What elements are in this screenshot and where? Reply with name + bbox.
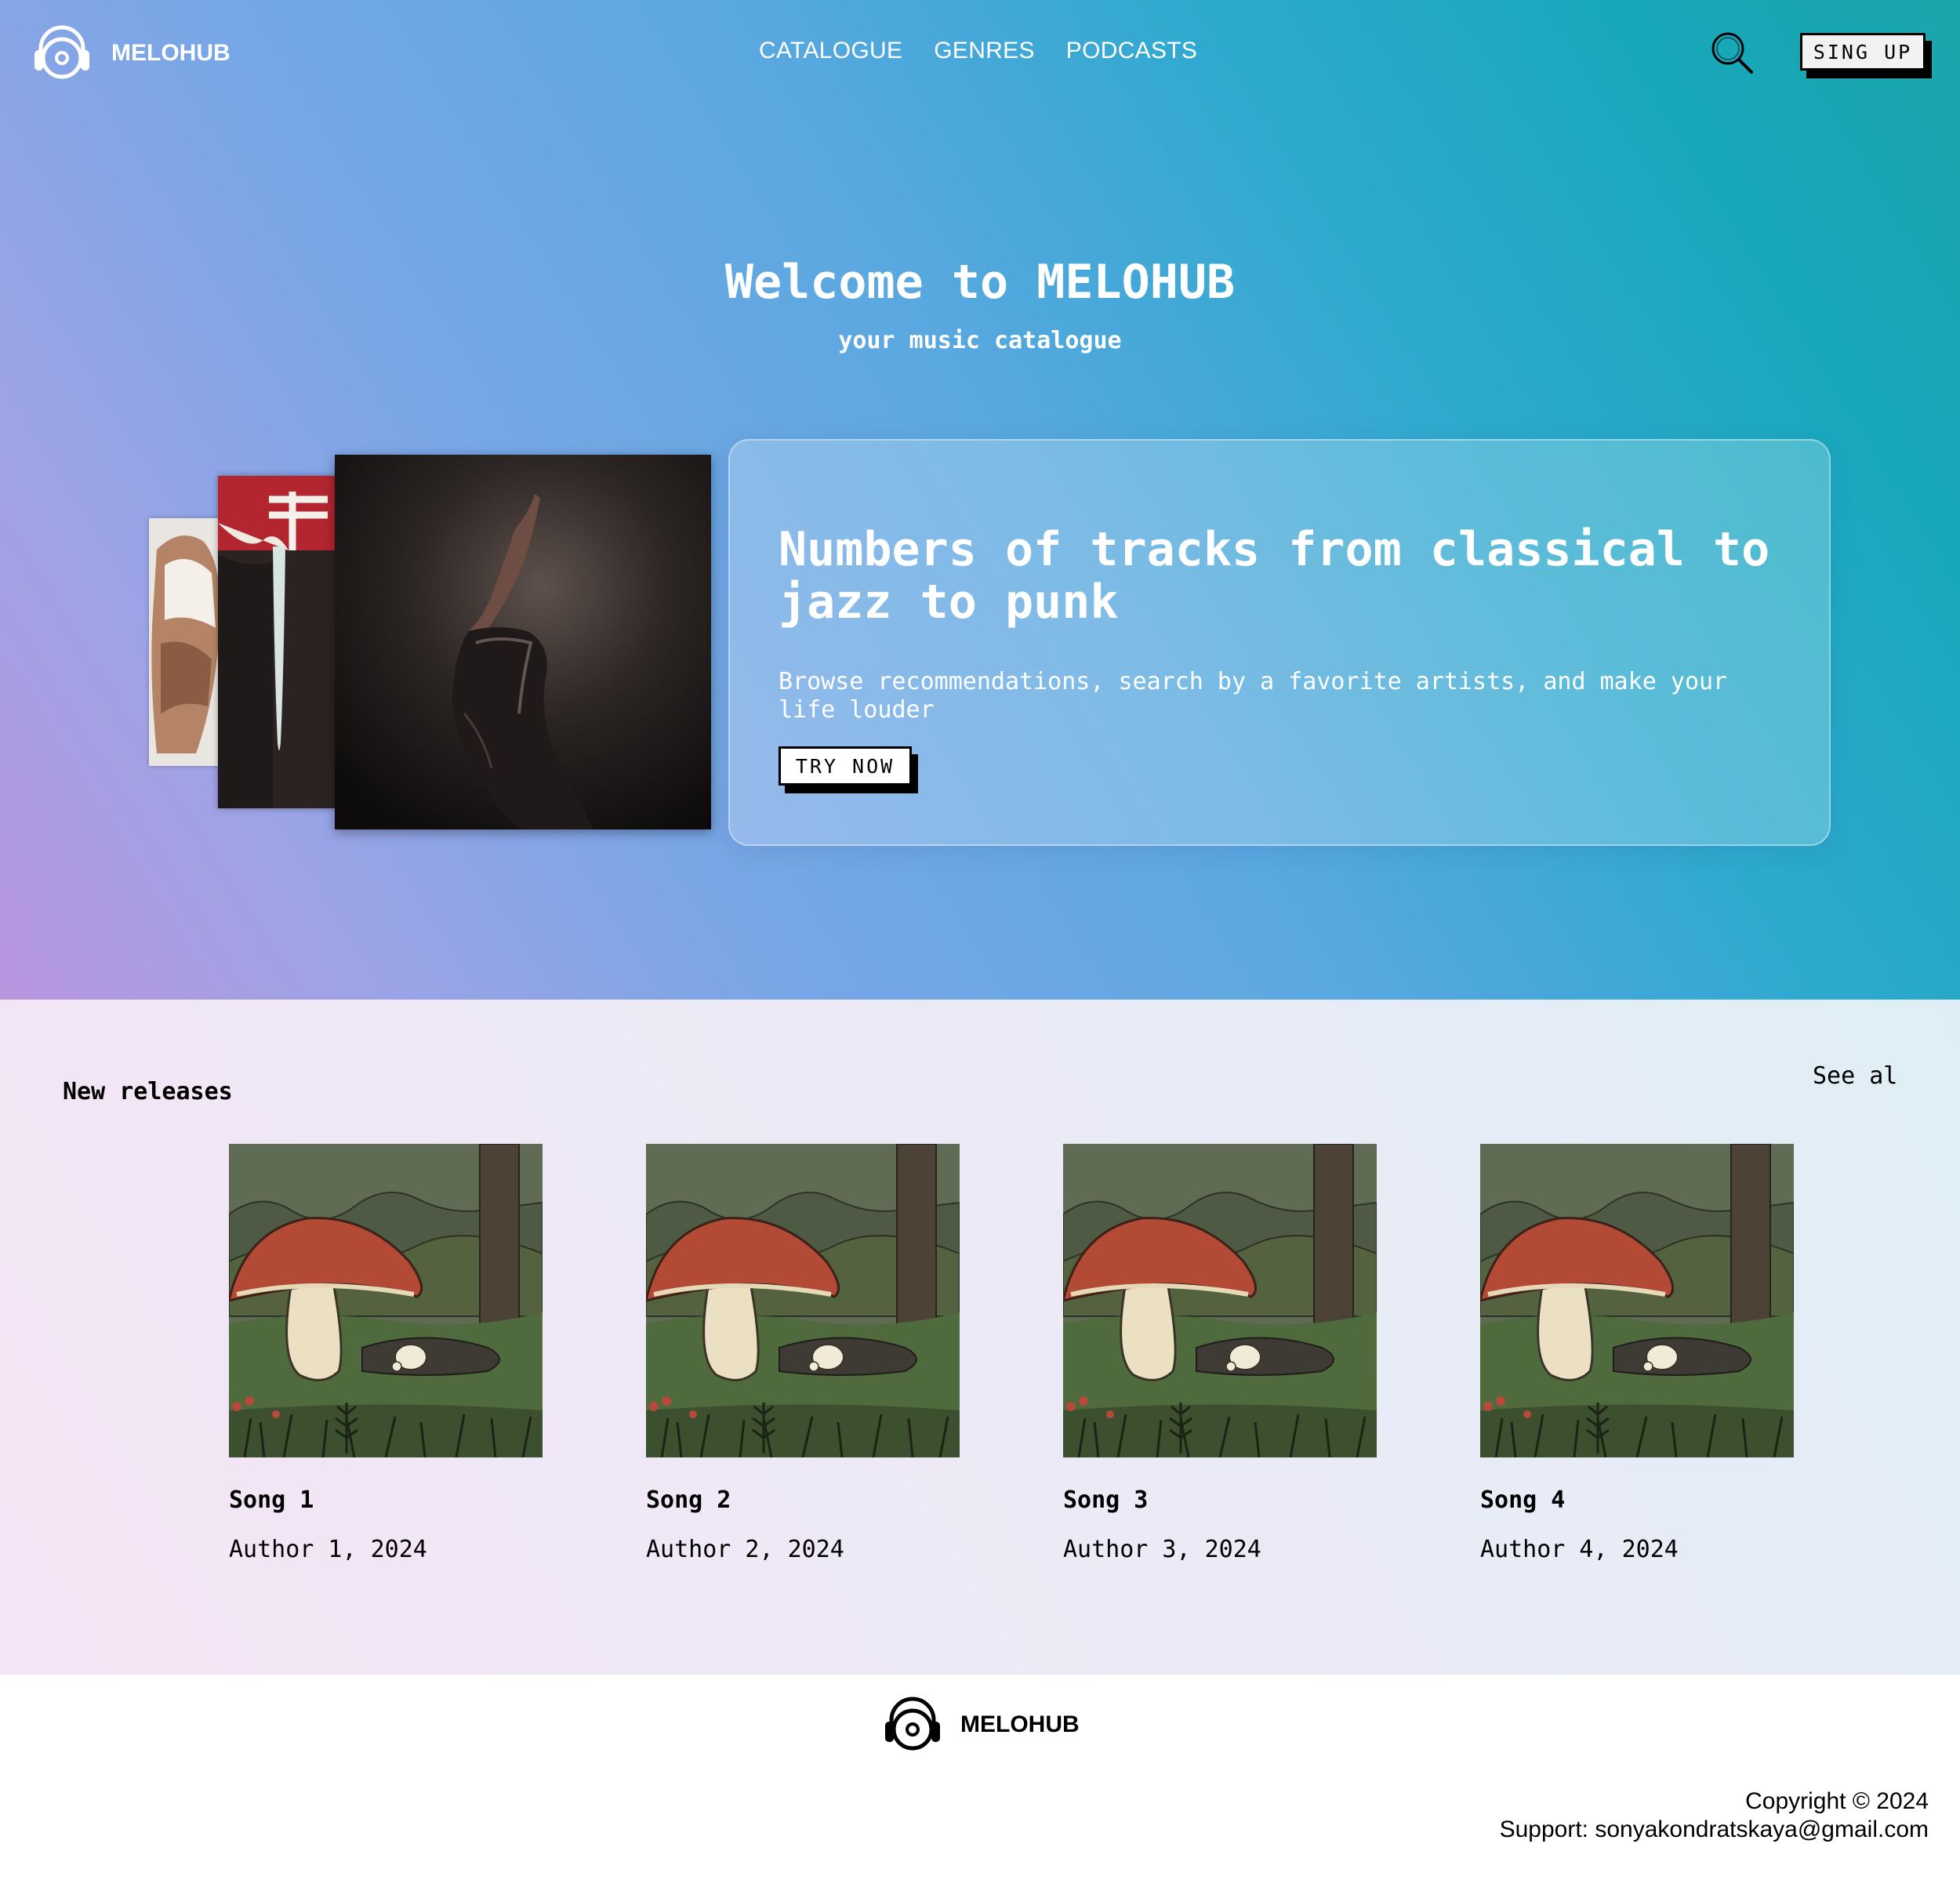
release-card[interactable]: Song 4 Author 4, 2024 [1480, 1144, 1794, 1563]
header-logo[interactable]: MELOHUB [33, 24, 230, 83]
promo-card: Numbers of tracks from classical to jazz… [728, 439, 1831, 846]
promo-title: Numbers of tracks from classical to jazz… [779, 522, 1770, 630]
footer-brand-name: MELOHUB [960, 1711, 1080, 1737]
nav-item-podcasts[interactable]: PODCASTS [1066, 38, 1197, 64]
try-now-button[interactable]: TRY NOW [779, 746, 918, 793]
release-title: Song 4 [1480, 1486, 1566, 1514]
copyright-text: Copyright © 2024 [1745, 1788, 1929, 1814]
headphones-record-icon [33, 24, 91, 83]
release-author-year: Author 4, 2024 [1480, 1536, 1679, 1563]
search-button[interactable] [1709, 30, 1756, 77]
release-title: Song 1 [229, 1486, 314, 1514]
main-nav: CATALOGUE GENRES PODCASTS [759, 38, 1197, 64]
brand-name: MELOHUB [111, 40, 230, 66]
signup-button[interactable]: SING UP [1800, 33, 1932, 78]
release-cover [646, 1144, 960, 1457]
try-now-button-label: TRY NOW [779, 746, 912, 786]
footer: MELOHUB Copyright © 2024 Support: sonyak… [0, 1675, 1960, 1880]
new-releases-section: New releases See al Song 1 Author 1, 202… [0, 1000, 1960, 1675]
release-title: Song 2 [646, 1486, 731, 1514]
search-icon [1711, 32, 1753, 74]
hero-subtitle: your music catalogue [838, 327, 1122, 354]
nav-item-catalogue[interactable]: CATALOGUE [759, 38, 902, 64]
album-cover-middle[interactable] [218, 476, 337, 808]
album-cover-back[interactable] [149, 518, 223, 766]
album-cover-front[interactable] [335, 455, 711, 829]
support-email[interactable]: Support: sonyakondratskaya@gmail.com [1500, 1816, 1929, 1844]
hero-title: Welcome to MELOHUB [724, 255, 1236, 310]
release-title: Song 3 [1063, 1486, 1149, 1514]
release-card[interactable]: Song 2 Author 2, 2024 [646, 1144, 960, 1563]
nav-item-genres[interactable]: GENRES [934, 38, 1035, 64]
release-author-year: Author 3, 2024 [1063, 1536, 1261, 1563]
release-card[interactable]: Song 1 Author 1, 2024 [229, 1144, 543, 1563]
hero-section: MELOHUB CATALOGUE GENRES PODCASTS SING U… [0, 0, 1960, 1000]
release-cover [1480, 1144, 1794, 1457]
section-title: New releases [63, 1078, 233, 1105]
headphones-record-icon [884, 1695, 942, 1755]
release-author-year: Author 2, 2024 [646, 1536, 844, 1563]
release-author-year: Author 1, 2024 [229, 1536, 427, 1563]
promo-text: Browse recommendations, search by a favo… [779, 668, 1728, 724]
release-card[interactable]: Song 3 Author 3, 2024 [1063, 1144, 1377, 1563]
footer-logo[interactable]: MELOHUB [884, 1695, 1080, 1755]
signup-button-label: SING UP [1800, 33, 1926, 71]
copyright-block: Copyright © 2024 Support: sonyakondratsk… [1500, 1787, 1929, 1844]
release-cover [1063, 1144, 1377, 1457]
see-all-link[interactable]: See al [1813, 1062, 1897, 1090]
release-cover [229, 1144, 543, 1457]
